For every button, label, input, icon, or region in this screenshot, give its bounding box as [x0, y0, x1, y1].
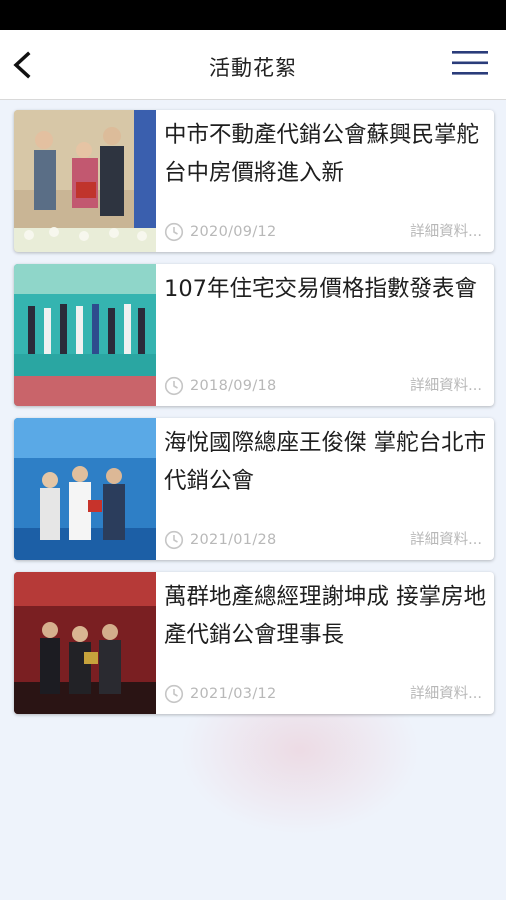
clock-icon [164, 684, 184, 704]
clock-icon [164, 376, 184, 396]
news-date: 2020/09/12 [190, 224, 277, 240]
news-list: 中市不動產代銷公會蘇興民掌舵 台中房價將進入新 2020/09/12 詳細資料.… [0, 100, 506, 900]
news-title: 海悅國際總座王俊傑 掌舵台北市代銷公會 [164, 430, 487, 494]
news-meta: 2021/01/28 [164, 530, 277, 550]
news-card[interactable]: 中市不動產代銷公會蘇興民掌舵 台中房價將進入新 2020/09/12 詳細資料.… [14, 110, 494, 252]
news-thumbnail [14, 110, 156, 252]
details-link[interactable]: 詳細資料... [410, 530, 482, 550]
news-title: 107年住宅交易價格指數發表會 [164, 276, 477, 302]
news-title: 中市不動產代銷公會蘇興民掌舵 台中房價將進入新 [164, 122, 480, 186]
hamburger-menu-icon [450, 51, 490, 82]
news-card[interactable]: 107年住宅交易價格指數發表會 2018/09/18 詳細資料... [14, 264, 494, 406]
news-meta: 2021/03/12 [164, 684, 277, 704]
details-link[interactable]: 詳細資料... [410, 684, 482, 704]
details-link[interactable]: 詳細資料... [410, 376, 482, 396]
app-header: 活動花絮 [0, 30, 506, 100]
news-meta: 2020/09/12 [164, 222, 277, 242]
status-bar [0, 0, 506, 30]
news-card[interactable]: 萬群地產總經理謝坤成 接掌房地產代銷公會理事長 2021/03/12 詳細資料.… [14, 572, 494, 714]
news-thumbnail [14, 264, 156, 406]
news-date: 2018/09/18 [190, 378, 277, 394]
menu-button[interactable] [450, 48, 498, 84]
page-title: 活動花絮 [209, 56, 297, 80]
news-card[interactable]: 海悅國際總座王俊傑 掌舵台北市代銷公會 2021/01/28 詳細資料... [14, 418, 494, 560]
news-date: 2021/03/12 [190, 686, 277, 702]
details-link[interactable]: 詳細資料... [410, 222, 482, 242]
news-meta: 2018/09/18 [164, 376, 277, 396]
clock-icon [164, 530, 184, 550]
news-title: 萬群地產總經理謝坤成 接掌房地產代銷公會理事長 [164, 584, 487, 648]
news-thumbnail [14, 418, 156, 560]
news-date: 2021/01/28 [190, 532, 277, 548]
clock-icon [164, 222, 184, 242]
news-thumbnail [14, 572, 156, 714]
